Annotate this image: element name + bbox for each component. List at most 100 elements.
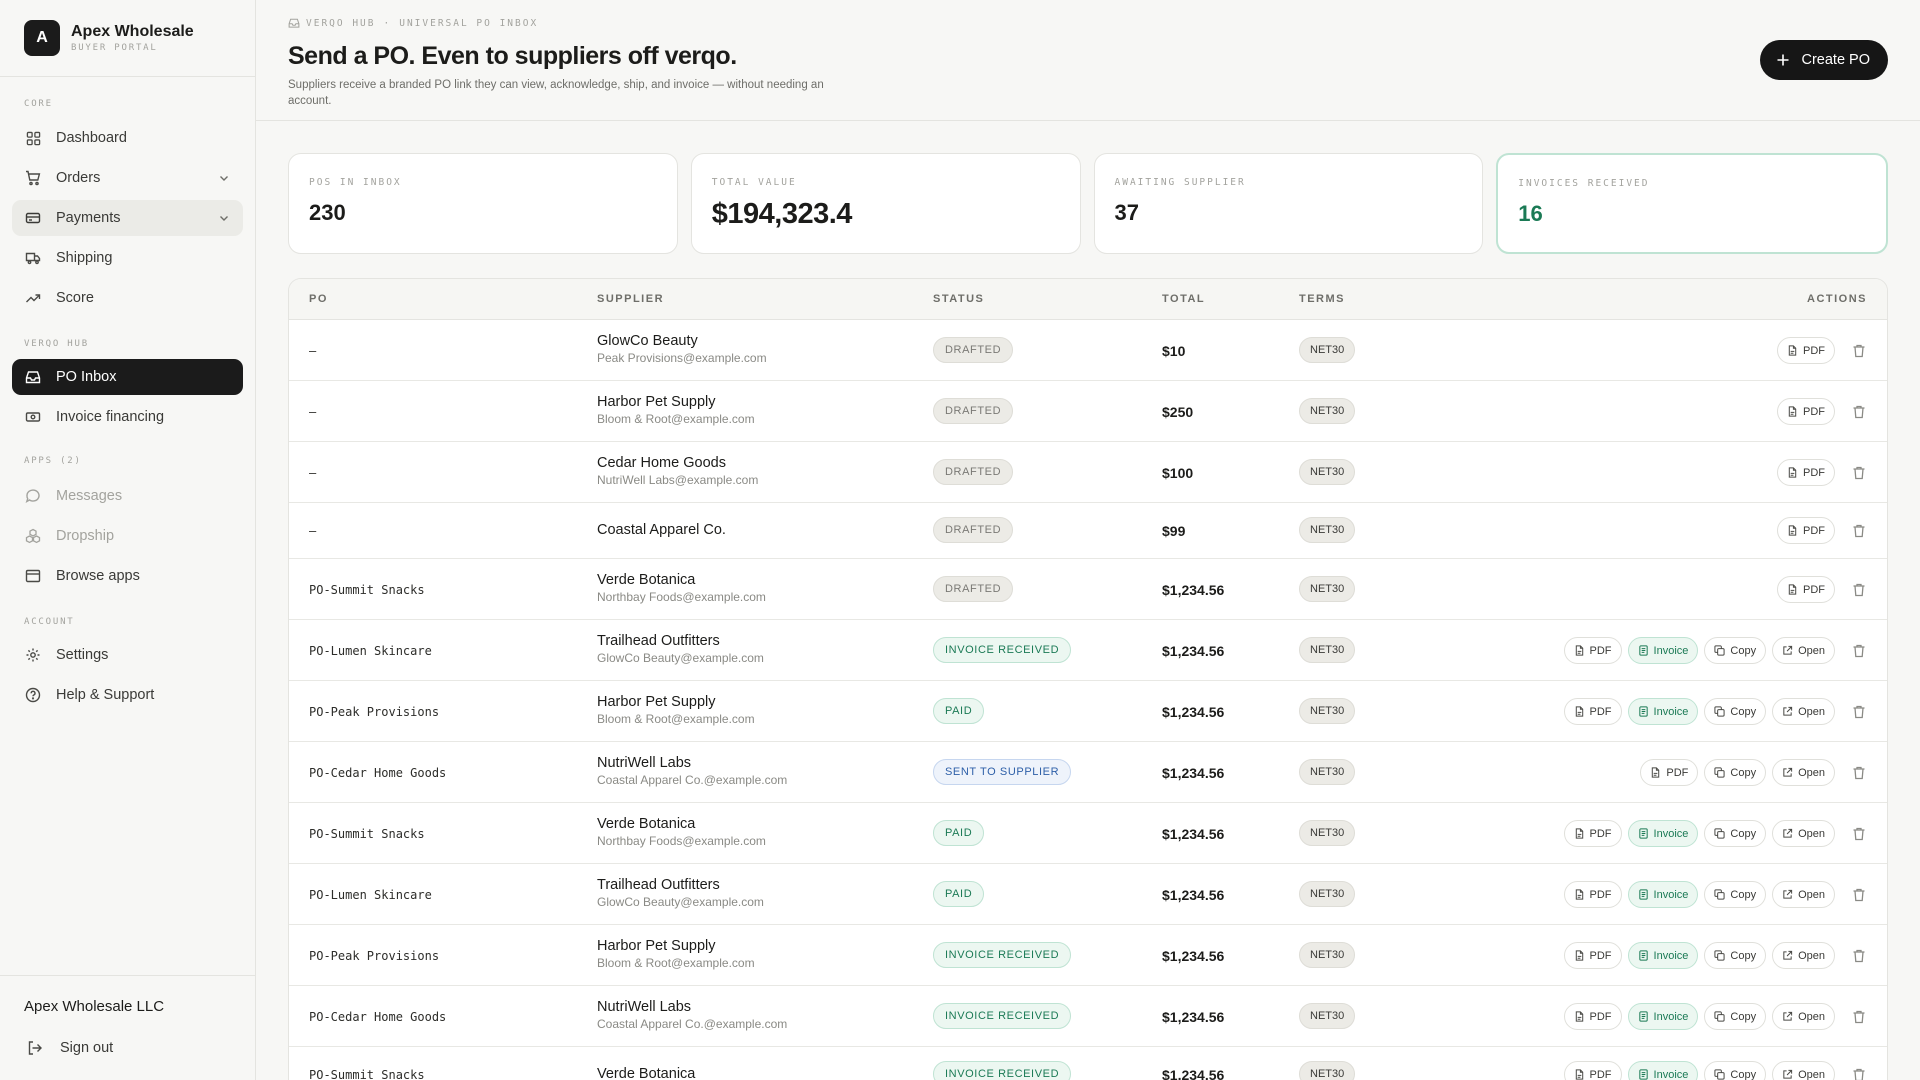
copy-button[interactable]: Copy [1704, 637, 1767, 664]
trash-icon[interactable] [1851, 948, 1867, 964]
trash-icon[interactable] [1851, 704, 1867, 720]
open-button[interactable]: Open [1772, 820, 1835, 847]
sidebar-item-invoice-financing[interactable]: Invoice financing [12, 399, 243, 435]
invoice-button[interactable]: Invoice [1627, 637, 1699, 664]
trash-icon[interactable] [1851, 465, 1867, 481]
copy-button[interactable]: Copy [1704, 1061, 1767, 1080]
column-header-terms[interactable]: TERMS [1299, 293, 1345, 305]
column-header-total[interactable]: TOTAL [1162, 293, 1205, 305]
sidebar-item-messages[interactable]: Messages [12, 478, 243, 514]
po-number[interactable]: PO-Summit Snacks [309, 827, 425, 841]
pdf-button[interactable]: PDF [1777, 576, 1835, 603]
po-number[interactable]: – [309, 344, 316, 358]
invoice-button[interactable]: Invoice [1627, 942, 1699, 969]
trash-icon[interactable] [1851, 887, 1867, 903]
table-row[interactable]: PO-Summit Snacks Verde Botanica INVOICE RE… [289, 1047, 1887, 1080]
brand-name: Apex Wholesale [71, 23, 194, 40]
pdf-button[interactable]: PDF [1563, 820, 1622, 847]
open-button[interactable]: Open [1772, 698, 1835, 725]
table-row[interactable]: PO-Summit Snacks Verde Botanica Northbay F… [289, 559, 1887, 620]
column-header-status[interactable]: STATUS [933, 293, 984, 305]
copy-button[interactable]: Copy [1704, 698, 1767, 725]
sidebar-item-shipping[interactable]: Shipping [12, 240, 243, 276]
terms-badge: NET30 [1299, 459, 1356, 485]
open-button[interactable]: Open [1772, 1061, 1835, 1080]
table-row[interactable]: PO-Summit Snacks Verde Botanica Northbay F… [289, 803, 1887, 864]
invoice-button[interactable]: Invoice [1627, 1061, 1699, 1080]
po-number[interactable]: PO-Peak Provisions [309, 949, 439, 963]
sidebar-item-browse-apps[interactable]: Browse apps [12, 558, 243, 594]
pdf-button[interactable]: PDF [1563, 698, 1622, 725]
trash-icon[interactable] [1851, 523, 1867, 539]
trash-icon[interactable] [1851, 1067, 1867, 1080]
table-row[interactable]: – Cedar Home Goods NutriWell Labs@example.… [289, 442, 1887, 503]
pdf-button[interactable]: PDF [1563, 881, 1622, 908]
open-button[interactable]: Open [1772, 942, 1835, 969]
pdf-button[interactable]: PDF [1777, 337, 1835, 364]
pdf-button[interactable]: PDF [1563, 942, 1622, 969]
column-header-po[interactable]: PO [309, 293, 328, 305]
po-number[interactable]: PO-Cedar Home Goods [309, 766, 446, 780]
copy-button[interactable]: Copy [1704, 942, 1767, 969]
copy-button[interactable]: Copy [1704, 1003, 1767, 1030]
po-number[interactable]: PO-Cedar Home Goods [309, 1010, 446, 1024]
po-number[interactable]: – [309, 524, 316, 538]
sidebar-item-settings[interactable]: Settings [12, 637, 243, 673]
open-button[interactable]: Open [1772, 759, 1835, 786]
invoice-button[interactable]: Invoice [1627, 698, 1699, 725]
sign-out-button[interactable]: Sign out [27, 1040, 113, 1056]
table-row[interactable]: PO-Cedar Home Goods NutriWell Labs Coastal… [289, 742, 1887, 803]
po-number[interactable]: PO-Lumen Skincare [309, 644, 432, 658]
table-row[interactable]: PO-Peak Provisions Harbor Pet Supply Bloom… [289, 925, 1887, 986]
pdf-button[interactable]: PDF [1777, 398, 1835, 425]
brand[interactable]: A Apex Wholesale BUYER PORTAL [0, 0, 255, 77]
table-row[interactable]: – Harbor Pet Supply Bloom & Root@example.c… [289, 381, 1887, 442]
sidebar-item-po-inbox[interactable]: PO Inbox [12, 359, 243, 395]
supplier-cell: Verde Botanica Northbay Foods@example.com [597, 572, 766, 604]
breadcrumb-hub[interactable]: VERQO HUB [306, 18, 375, 29]
copy-button[interactable]: Copy [1704, 759, 1767, 786]
pdf-button[interactable]: PDF [1563, 637, 1622, 664]
pdf-button[interactable]: PDF [1777, 517, 1835, 544]
table-row[interactable]: PO-Cedar Home Goods NutriWell Labs Coastal… [289, 986, 1887, 1047]
sidebar-item-dropship[interactable]: Dropship [12, 518, 243, 554]
open-button[interactable]: Open [1772, 881, 1835, 908]
sidebar-item-dashboard[interactable]: Dashboard [12, 120, 243, 156]
trash-icon[interactable] [1851, 582, 1867, 598]
column-header-supplier[interactable]: SUPPLIER [597, 293, 664, 305]
po-number[interactable]: PO-Peak Provisions [309, 705, 439, 719]
trash-icon[interactable] [1851, 826, 1867, 842]
pdf-button[interactable]: PDF [1777, 459, 1835, 486]
row-actions: PDF [1777, 459, 1867, 486]
po-number[interactable]: – [309, 405, 316, 419]
open-button[interactable]: Open [1772, 637, 1835, 664]
po-number[interactable]: PO-Summit Snacks [309, 1068, 425, 1080]
invoice-button[interactable]: Invoice [1627, 1003, 1699, 1030]
table-row[interactable]: PO-Lumen Skincare Trailhead Outfitters Glo… [289, 620, 1887, 681]
create-po-button[interactable]: Create PO [1759, 40, 1888, 80]
sidebar-item-orders[interactable]: Orders [12, 160, 243, 196]
pdf-button[interactable]: PDF [1563, 1061, 1622, 1080]
trash-icon[interactable] [1851, 404, 1867, 420]
table-row[interactable]: – Coastal Apparel Co. DRAFTED $99 NET30 PDF [289, 503, 1887, 559]
trash-icon[interactable] [1851, 765, 1867, 781]
sidebar-item-payments[interactable]: Payments [12, 200, 243, 236]
invoice-button[interactable]: Invoice [1627, 881, 1699, 908]
sidebar-item-score[interactable]: Score [12, 280, 243, 316]
copy-button[interactable]: Copy [1704, 820, 1767, 847]
trash-icon[interactable] [1851, 343, 1867, 359]
pdf-button[interactable]: PDF [1563, 1003, 1622, 1030]
trash-icon[interactable] [1851, 1009, 1867, 1025]
table-row[interactable]: – GlowCo Beauty Peak Provisions@example.co… [289, 320, 1887, 381]
open-button[interactable]: Open [1772, 1003, 1835, 1030]
invoice-button[interactable]: Invoice [1627, 820, 1699, 847]
trash-icon[interactable] [1851, 643, 1867, 659]
po-number[interactable]: – [309, 466, 316, 480]
pdf-button[interactable]: PDF [1640, 759, 1699, 786]
table-row[interactable]: PO-Lumen Skincare Trailhead Outfitters Glo… [289, 864, 1887, 925]
po-number[interactable]: PO-Summit Snacks [309, 583, 425, 597]
table-row[interactable]: PO-Peak Provisions Harbor Pet Supply Bloom… [289, 681, 1887, 742]
po-number[interactable]: PO-Lumen Skincare [309, 888, 432, 902]
sidebar-item-help[interactable]: Help & Support [12, 677, 243, 713]
copy-button[interactable]: Copy [1704, 881, 1767, 908]
